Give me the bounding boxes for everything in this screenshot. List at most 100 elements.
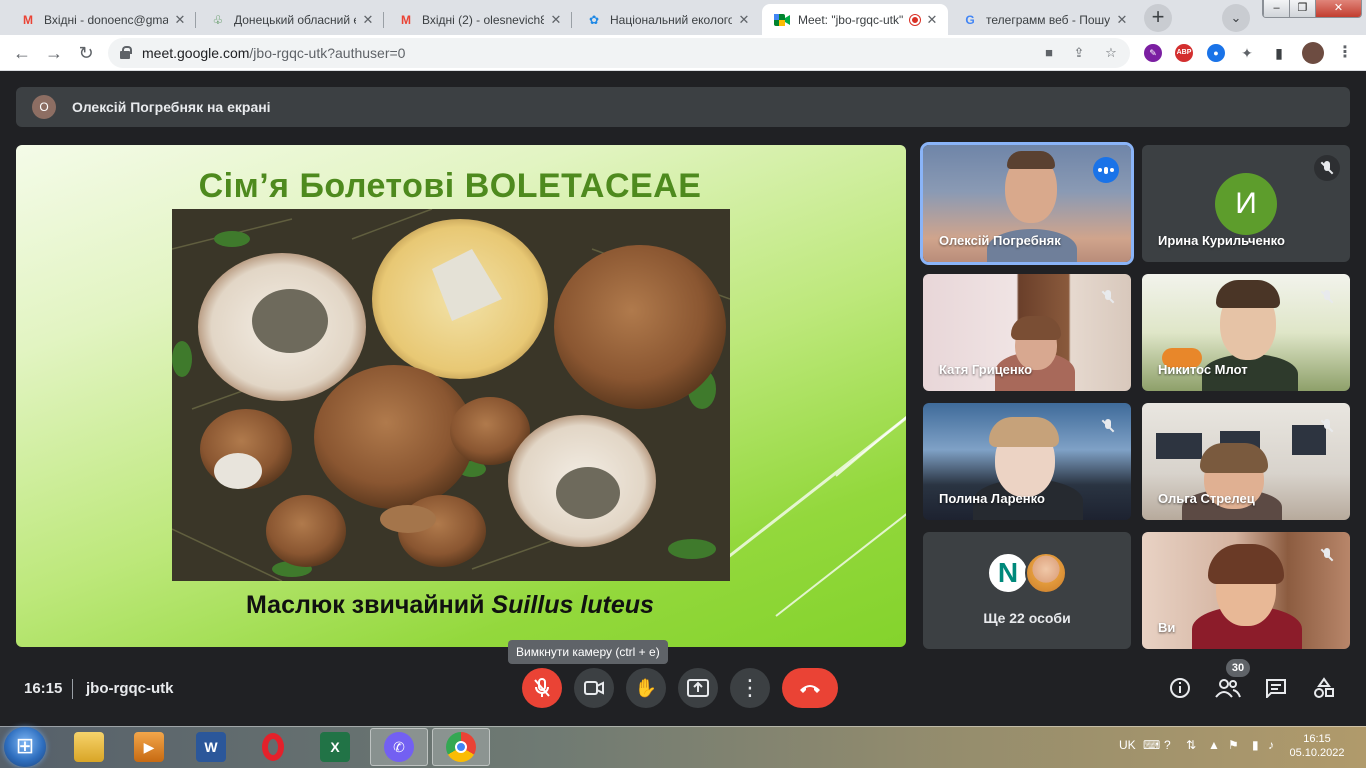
circle-ext-icon[interactable]: ● [1207,44,1225,62]
participant-tile[interactable]: Катя Гриценко [923,274,1131,391]
forward-icon[interactable]: → [40,39,68,67]
slide-title: Сім’я Болетові BOLETACEAE [198,167,702,205]
leaf-icon: ♧ [212,12,224,27]
participant-tile-self[interactable]: Ви [1142,532,1350,649]
participant-tile[interactable]: Олексій Погребняк [923,145,1131,262]
puzzle-icon[interactable]: ✦ [1238,44,1256,62]
mic-off-icon [1314,284,1340,310]
tab-title: Вхідні - donoenc@gmail.com [44,12,168,27]
google-icon: G [965,12,975,27]
participant-tile[interactable]: Полина Ларенко [923,403,1131,520]
close-tab-icon[interactable]: ✕ [736,12,752,28]
speaking-indicator-icon [1093,157,1119,183]
raise-hand-button[interactable]: ✋ [626,668,666,708]
leave-call-button[interactable] [782,668,838,708]
shared-screen[interactable]: Сім’я Болетові BOLETACEAE Маслюк звичайн… [16,145,906,647]
info-icon [1170,678,1190,698]
bookmark-star-icon[interactable]: ☆ [1102,44,1120,62]
tab-meet[interactable]: Meet: "jbo-rgqc-utk" ✕ [762,4,948,35]
close-tab-icon[interactable]: ✕ [1114,12,1130,28]
show-hidden-icons-icon[interactable]: ▲ [1208,738,1220,752]
new-tab-button[interactable]: + [1144,4,1172,32]
taskbar-app-viber[interactable]: ✆ [370,728,428,766]
opera-icon [258,732,288,762]
participant-tile[interactable]: Никитос Млот [1142,274,1350,391]
close-window-icon[interactable]: ✕ [1315,0,1361,17]
taskbar-app-opera[interactable] [244,728,302,766]
tab-donetsk[interactable]: ♧ Донецький обласний еколого ✕ [198,4,384,35]
keyboard-icon[interactable]: ⌨ [1143,738,1160,752]
tab-google-search[interactable]: G телеграмм веб - Пошук Google ✕ [950,4,1138,35]
taskbar-app-media[interactable]: ▶ [120,728,178,766]
menu-kebab-icon[interactable]: ⋮ [1336,44,1354,62]
language-indicator[interactable]: UK [1119,738,1136,752]
windows-taskbar: ▶ W X ✆ UK ⌨ ? ⇅ ▲ ⚑ ▮ ♪ 16:1505.10.2022 [0,726,1366,768]
meeting-details-button[interactable] [1165,673,1195,703]
gmail-icon: M [401,12,411,27]
participant-name: Ольга Стрелец [1158,491,1255,506]
meet-app: О Олексій Погребняк на екрані Сім’я Боле… [0,71,1366,726]
activities-button[interactable] [1309,673,1339,703]
pen-icon[interactable]: ✎ [1144,44,1162,62]
tab-title: Meet: "jbo-rgqc-utk" [798,12,904,27]
help-icon[interactable]: ? [1164,738,1171,752]
lock-icon[interactable] [120,46,132,59]
window-controls: – ❐ ✕ [1262,0,1362,18]
network-icon[interactable]: ▮ [1252,738,1259,752]
reload-icon[interactable]: ↻ [72,39,100,67]
close-tab-icon[interactable]: ✕ [360,12,376,28]
tab-search-button[interactable]: ⌄ [1222,4,1250,32]
taskbar-app-word[interactable]: W [182,728,240,766]
profile-icon[interactable] [1302,42,1324,64]
tab-gmail-2[interactable]: M Вхідні (2) - olesnevich8 ✕ [386,4,572,35]
taskbar-app-explorer[interactable] [60,728,118,766]
taskbar-app-chrome[interactable] [432,728,490,766]
volume-icon[interactable]: ♪ [1268,738,1274,752]
participant-avatar [1025,552,1067,594]
action-center-icon[interactable]: ⚑ [1228,738,1239,752]
adblock-icon[interactable]: ABP [1175,44,1193,62]
more-options-icon: ⋮ [739,675,761,700]
chat-button[interactable] [1261,673,1291,703]
tab-natsionalnyi[interactable]: ✿ Національний еколого-натуралістичний ✕ [574,4,760,35]
minimize-icon[interactable]: – [1263,0,1289,17]
maximize-icon[interactable]: ❐ [1289,0,1315,17]
back-icon[interactable]: ← [8,39,36,67]
globe-icon: ✿ [588,12,600,27]
excel-icon: X [320,732,350,762]
participant-name: Ирина Курильченко [1158,233,1285,248]
camera-permission-icon[interactable]: ■ [1040,44,1058,62]
more-options-button[interactable]: ⋮ [730,668,770,708]
participant-tile[interactable]: Ольга Стрелец [1142,403,1350,520]
slide-decoration [835,372,906,477]
participant-tile[interactable]: И Ирина Курильченко [1142,145,1350,262]
participant-name: Катя Гриценко [939,362,1033,377]
tab-gmail-1[interactable]: M Вхідні - donoenc@gmail.com ✕ [8,4,196,35]
start-button[interactable] [4,727,46,767]
more-participants-tile[interactable]: N Ще 22 особи [923,532,1131,649]
end-call-icon [800,685,820,693]
participant-name: Полина Ларенко [939,491,1045,506]
camera-toggle-button[interactable] [574,668,614,708]
mic-toggle-button[interactable] [522,668,562,708]
tray-arrows-icon[interactable]: ⇅ [1186,738,1196,752]
camera-icon [584,681,604,695]
system-clock[interactable]: 16:15 05.10.2022 [1288,732,1346,760]
sidebar-icon[interactable]: ▮ [1270,44,1288,62]
share-icon[interactable]: ⇪ [1070,44,1088,62]
close-tab-icon[interactable]: ✕ [172,12,188,28]
address-bar[interactable]: meet.google.com/jbo-rgqc-utk?authuser=0 … [108,38,1130,68]
meeting-controls-bar: 16:15 jbo-rgqc-utk ✋ ⋮ 30 [0,651,1366,726]
present-button[interactable] [678,668,718,708]
more-participants-label: Ще 22 особи [983,610,1071,626]
file-explorer-icon [74,732,104,762]
close-tab-icon[interactable]: ✕ [924,12,940,28]
people-button[interactable] [1213,673,1243,703]
close-tab-icon[interactable]: ✕ [548,12,564,28]
mushroom-photo [172,209,730,581]
tab-strip: M Вхідні - donoenc@gmail.com ✕ ♧ Донецьк… [0,0,1366,35]
mic-off-icon [534,678,550,697]
mic-off-icon [1095,284,1121,310]
taskbar-app-excel[interactable]: X [306,728,364,766]
presenting-banner: О Олексій Погребняк на екрані [16,87,1350,127]
